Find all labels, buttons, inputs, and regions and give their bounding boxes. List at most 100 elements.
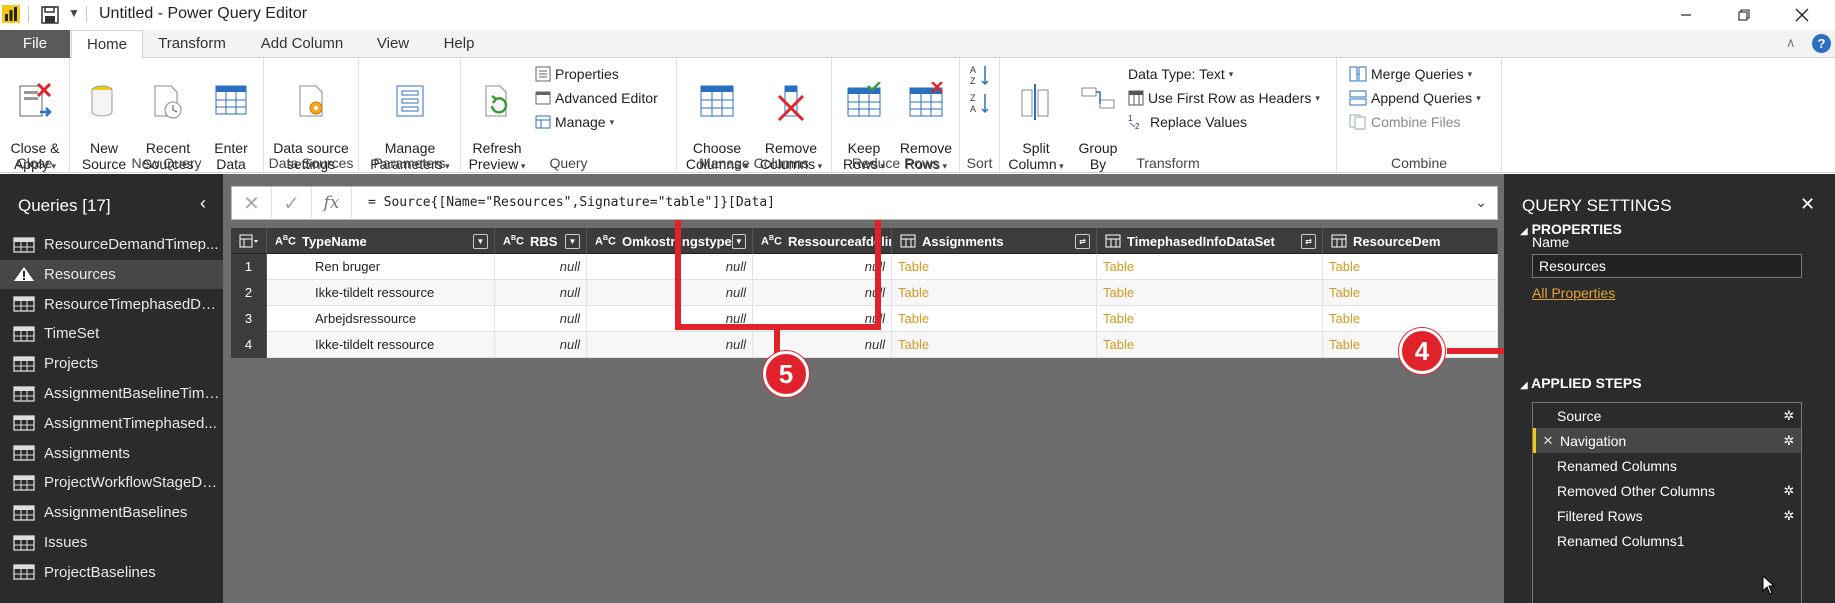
column-header[interactable]: ABCRessourceafdelinger▼: [753, 228, 892, 254]
table-cell[interactable]: Table: [892, 280, 1097, 306]
table-cell[interactable]: Ikke-tildelt ressource: [267, 332, 495, 358]
tab-view[interactable]: View: [368, 30, 418, 58]
tab-add-column[interactable]: Add Column: [250, 30, 354, 58]
expand-column-icon[interactable]: ⇄: [1301, 233, 1316, 249]
table-cell[interactable]: Table: [1097, 280, 1323, 306]
restore-icon[interactable]: [1718, 0, 1770, 30]
gear-icon[interactable]: ✲: [1777, 433, 1801, 449]
row-number[interactable]: 2: [231, 280, 267, 306]
table-cell[interactable]: null: [587, 280, 753, 306]
manage-button[interactable]: Manage ▾: [535, 114, 614, 130]
column-header[interactable]: TimephasedInfoDataSet ⇄: [1097, 228, 1323, 254]
table-cell[interactable]: null: [495, 254, 587, 280]
table-cell[interactable]: Table: [1323, 280, 1498, 306]
column-header[interactable]: ResourceDem: [1323, 228, 1498, 254]
applied-steps-section[interactable]: ◢ APPLIED STEPS: [1520, 375, 1642, 391]
table-cell[interactable]: Table: [1323, 254, 1498, 280]
query-item[interactable]: AssignmentBaselineTime...: [0, 379, 223, 408]
query-name-input[interactable]: Resources: [1532, 254, 1802, 278]
sort-descending-button[interactable]: ZA: [970, 92, 990, 114]
query-item[interactable]: AssignmentBaselines: [0, 498, 223, 527]
help-icon[interactable]: ?: [1812, 34, 1831, 53]
gear-icon[interactable]: ✲: [1777, 408, 1801, 424]
table-cell[interactable]: Table: [1097, 254, 1323, 280]
merge-queries-button[interactable]: Merge Queries ▾: [1349, 66, 1472, 82]
table-cell[interactable]: Table: [1097, 306, 1323, 332]
delete-step-icon[interactable]: ✕: [1536, 433, 1560, 449]
append-queries-button[interactable]: Append Queries ▾: [1349, 90, 1481, 106]
filter-dropdown-icon[interactable]: ▼: [565, 233, 580, 249]
applied-step[interactable]: Removed Other Columns ✲: [1533, 478, 1801, 503]
sort-ascending-button[interactable]: AZ: [970, 64, 990, 86]
commit-formula-icon[interactable]: ✓: [272, 187, 312, 219]
expand-column-icon[interactable]: ⇄: [1075, 233, 1090, 249]
applied-step[interactable]: Renamed Columns1: [1533, 528, 1801, 553]
table-cell[interactable]: null: [495, 332, 587, 358]
query-item[interactable]: ProjectWorkflowStageDa...: [0, 468, 223, 497]
query-item[interactable]: Issues: [0, 528, 223, 557]
gear-icon[interactable]: ✲: [1777, 508, 1801, 524]
table-cell[interactable]: Ikke-tildelt ressource: [267, 280, 495, 306]
applied-step[interactable]: Source ✲: [1533, 403, 1801, 428]
tab-home[interactable]: Home: [71, 30, 143, 59]
query-item[interactable]: AssignmentTimephased...: [0, 409, 223, 438]
query-item[interactable]: Projects: [0, 349, 223, 378]
advanced-editor-button[interactable]: Advanced Editor: [535, 90, 658, 106]
close-window-icon[interactable]: [1776, 0, 1828, 30]
close-settings-icon[interactable]: ✕: [1800, 194, 1815, 215]
collapse-ribbon-icon[interactable]: ∧: [1786, 35, 1796, 51]
table-cell[interactable]: Arbejdsressource: [267, 306, 495, 332]
cancel-formula-icon[interactable]: ✕: [232, 187, 272, 219]
save-icon[interactable]: [41, 6, 59, 24]
data-type-dropdown[interactable]: Data Type: Text ▾: [1128, 66, 1233, 82]
replace-values-button[interactable]: 12 Replace Values: [1128, 114, 1247, 130]
applied-step[interactable]: Filtered Rows ✲: [1533, 503, 1801, 528]
table-cell[interactable]: null: [495, 280, 587, 306]
query-item[interactable]: ResourceTimephasedDat...: [0, 290, 223, 319]
tab-transform[interactable]: Transform: [150, 30, 234, 58]
table-cell[interactable]: Table: [892, 332, 1097, 358]
all-properties-link[interactable]: All Properties: [1532, 285, 1615, 301]
formula-text[interactable]: = Source{[Name="Resources",Signature="ta…: [368, 195, 775, 210]
tab-file[interactable]: File: [0, 30, 70, 58]
minimize-icon[interactable]: [1660, 0, 1712, 30]
gear-icon[interactable]: ✲: [1777, 483, 1801, 499]
filter-dropdown-icon[interactable]: ▼: [731, 233, 746, 249]
quick-access-dropdown-icon[interactable]: ▼: [68, 6, 80, 20]
table-cell[interactable]: Table: [1323, 306, 1498, 332]
table-cell[interactable]: null: [753, 280, 892, 306]
applied-step[interactable]: Renamed Columns: [1533, 453, 1801, 478]
applied-step[interactable]: ✕ Navigation ✲: [1533, 428, 1801, 453]
use-first-row-as-headers-button[interactable]: Use First Row as Headers ▾: [1128, 90, 1320, 106]
query-item[interactable]: ResourceDemandTimep...: [0, 230, 223, 259]
column-header[interactable]: ABCOmkostningstype▼: [587, 228, 753, 254]
applied-step-label: Navigation: [1560, 432, 1627, 449]
tab-help[interactable]: Help: [434, 30, 484, 58]
combine-files-button[interactable]: Combine Files: [1349, 114, 1460, 130]
column-header[interactable]: ABC RBS ▼: [495, 228, 587, 254]
table-cell[interactable]: null: [587, 332, 753, 358]
collapse-queries-icon[interactable]: ‹: [200, 193, 206, 214]
row-number[interactable]: 1: [231, 254, 267, 280]
row-number[interactable]: 3: [231, 306, 267, 332]
table-cell[interactable]: Table: [892, 306, 1097, 332]
table-cell[interactable]: Table: [892, 254, 1097, 280]
column-header[interactable]: ABC TypeName ▼: [267, 228, 495, 254]
query-item[interactable]: Resources: [0, 259, 223, 289]
table-cell[interactable]: Table: [1097, 332, 1323, 358]
table-cell[interactable]: null: [495, 306, 587, 332]
column-header[interactable]: Assignments ⇄: [892, 228, 1097, 254]
table-menu-icon[interactable]: [231, 228, 267, 254]
table-icon: [13, 236, 35, 253]
query-item[interactable]: TimeSet: [0, 319, 223, 348]
properties-button[interactable]: Properties: [535, 66, 619, 82]
row-number[interactable]: 4: [231, 332, 267, 358]
table-cell[interactable]: Ren bruger: [267, 254, 495, 280]
expand-formula-icon[interactable]: ⌄: [1475, 194, 1487, 211]
table-cell[interactable]: null: [587, 254, 753, 280]
fx-icon[interactable]: fx: [312, 187, 352, 219]
query-item[interactable]: ProjectBaselines: [0, 558, 223, 587]
filter-dropdown-icon[interactable]: ▼: [473, 233, 488, 249]
table-cell[interactable]: null: [753, 254, 892, 280]
query-item[interactable]: Assignments: [0, 439, 223, 468]
